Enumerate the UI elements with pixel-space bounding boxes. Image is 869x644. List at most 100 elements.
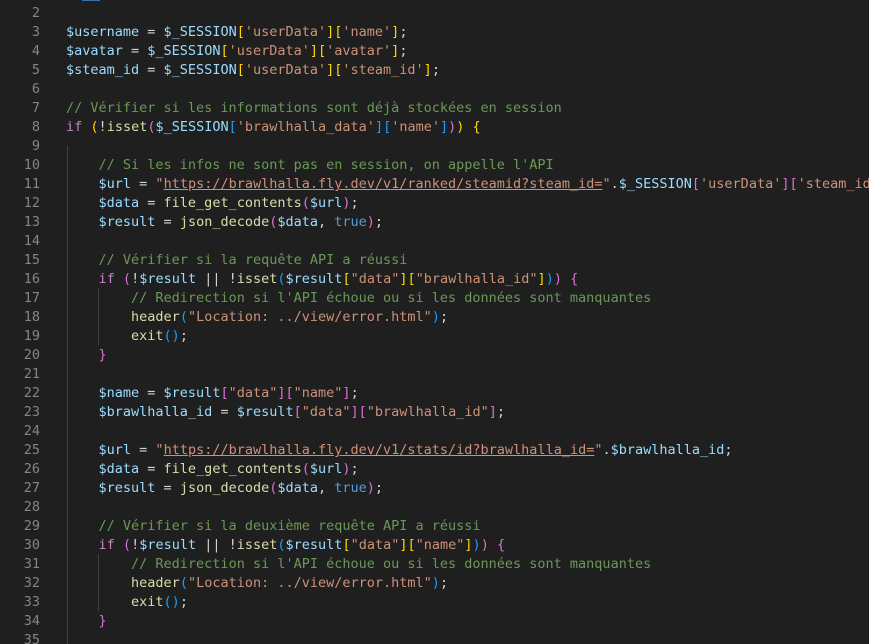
code-line[interactable]: 13 $result = json_decode($data, true); (0, 213, 869, 232)
code-line[interactable]: 33 exit(); (0, 593, 869, 612)
partial-line-top (0, 0, 869, 1)
code-line[interactable]: 14 (0, 232, 869, 251)
code-token: " (155, 442, 164, 458)
code-line[interactable]: 29 // Vérifier si la deuxième requête AP… (0, 517, 869, 536)
code-line[interactable]: 11 $url = "https://brawlhalla.fly.dev/v1… (0, 175, 869, 194)
line-number: 4 (31, 43, 40, 59)
code-line[interactable]: 18 header("Location: ../view/error.html"… (0, 308, 869, 327)
partial-line-glyph (82, 0, 100, 1)
code-token: ; (496, 404, 505, 420)
code-token: [ (293, 404, 302, 420)
line-number: 18 (23, 309, 40, 325)
code-token: json_decode (179, 214, 270, 230)
code-line[interactable]: 4 $avatar = $_SESSION['userData']['avatar… (0, 42, 869, 61)
code-token: = (139, 195, 164, 211)
code-line[interactable]: 34 } (0, 612, 869, 631)
line-code: header("Location: ../view/error.html"); (66, 574, 448, 593)
code-line[interactable]: 17 // Redirection si l'API échoue ou si … (0, 289, 869, 308)
code-token: = (155, 214, 180, 230)
code-token: ) (553, 271, 562, 287)
code-token: $_SESSION (163, 62, 237, 78)
code-line[interactable]: 25 $url = "https://brawlhalla.fly.dev/v1… (0, 441, 869, 460)
code-token: ] (464, 537, 473, 553)
code-token: ] (342, 385, 351, 401)
code-token: 'avatar' (326, 43, 392, 59)
code-line[interactable]: 28 (0, 498, 869, 517)
code-token: // Redirection si l'API échoue ou si les… (131, 556, 652, 572)
code-line[interactable]: 21 (0, 365, 869, 384)
code-line[interactable]: 3 $username = $_SESSION['userData']['name… (0, 23, 869, 42)
code-token: { (570, 271, 579, 287)
code-token: 'brawlhalla_data' (236, 119, 375, 135)
code-token: ; (374, 480, 384, 496)
code-token: ; (179, 328, 188, 344)
code-token: exit (131, 594, 164, 610)
code-token: $result (98, 214, 156, 230)
code-token: ( (301, 195, 310, 211)
line-number: 34 (23, 613, 40, 629)
line-number: 17 (23, 290, 40, 306)
code-token: $data (98, 461, 140, 477)
line-number: 30 (23, 537, 40, 553)
code-token: "Location: ../view/error.html" (187, 309, 432, 325)
code-token: https://brawlhalla.fly.dev/v1/ranked/ste… (163, 176, 603, 192)
line-code: } (66, 612, 107, 631)
code-token: "data" (350, 537, 400, 553)
code-line[interactable]: 10 // Si les infos ne sont pas en sessio… (0, 156, 869, 175)
code-token: isset (106, 119, 148, 135)
code-token: ][ (781, 176, 798, 192)
code-line[interactable]: 20 } (0, 346, 869, 365)
code-line[interactable]: 9 (0, 137, 869, 156)
line-number: 13 (23, 214, 40, 230)
code-token: { (472, 119, 481, 135)
code-token: 'name' (342, 24, 392, 40)
code-editor[interactable]: 2 3 $username = $_SESSION['userData']['nam… (0, 0, 869, 644)
code-line[interactable]: 22 $name = $result["data"]["name"]; (0, 384, 869, 403)
code-line[interactable]: 24 (0, 422, 869, 441)
code-token: $_SESSION (155, 119, 229, 135)
code-token: [ (236, 24, 245, 40)
code-token: ; (399, 24, 408, 40)
code-token: isset (236, 271, 278, 287)
code-token: $result (236, 404, 294, 420)
code-token: 'steam_id' (797, 176, 869, 192)
code-token: ][ (399, 271, 416, 287)
code-token: $brawlhalla_id (98, 404, 213, 420)
code-line[interactable]: 26 $data = file_get_contents($url); (0, 460, 869, 479)
line-code: // Redirection si l'API échoue ou si les… (66, 555, 651, 574)
code-token: ) (366, 480, 375, 496)
code-token: () (163, 328, 180, 344)
code-line[interactable]: 27 $result = json_decode($data, true); (0, 479, 869, 498)
code-token: https://brawlhalla.fly.dev/v1/stats/id?b… (163, 442, 595, 458)
code-line[interactable]: 23 $brawlhalla_id = $result["data"]["bra… (0, 403, 869, 422)
code-line[interactable]: 6 (0, 80, 869, 99)
code-token: [ (228, 119, 237, 135)
line-code: $result = json_decode($data, true); (66, 213, 384, 232)
code-line[interactable]: 19 exit(); (0, 327, 869, 346)
code-token: . (602, 442, 611, 458)
code-line[interactable]: 12 $data = file_get_contents($url); (0, 194, 869, 213)
code-token: ) (545, 271, 554, 287)
line-number: 29 (23, 518, 40, 534)
code-line[interactable]: 7 // Vérifier si les informations sont dé… (0, 99, 869, 118)
line-number: 22 (23, 385, 40, 401)
code-line[interactable]: 35 (0, 631, 869, 644)
code-line[interactable]: 2 (0, 4, 869, 23)
code-line[interactable]: 5 $steam_id = $_SESSION['userData']['stea… (0, 61, 869, 80)
code-line[interactable]: 31 // Redirection si l'API échoue ou si … (0, 555, 869, 574)
code-line[interactable]: 15 // Vérifier si la requête API a réuss… (0, 251, 869, 270)
code-line[interactable]: 32 header("Location: ../view/error.html"… (0, 574, 869, 593)
code-line[interactable]: 30 if (!$result || !isset($result["data"… (0, 536, 869, 555)
code-token: exit (131, 328, 164, 344)
code-line[interactable]: 8 if (!isset($_SESSION['brawlhalla_data']… (0, 118, 869, 137)
code-line[interactable]: 16 if (!$result || !isset($result["data"… (0, 270, 869, 289)
line-code: // Redirection si l'API échoue ou si les… (66, 289, 651, 308)
